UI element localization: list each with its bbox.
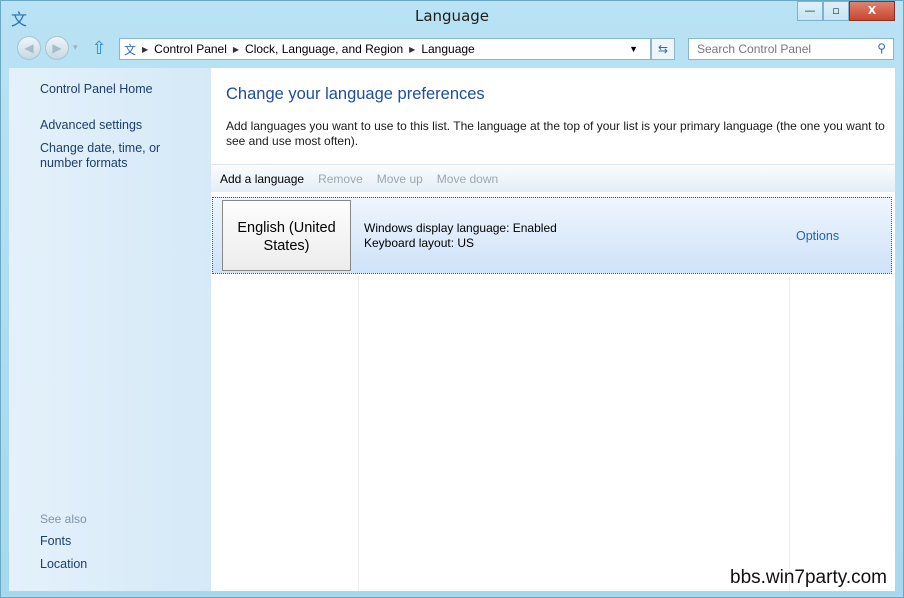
move-up-button[interactable]: Move up — [377, 172, 423, 186]
sidebar-item-location[interactable]: Location — [40, 557, 205, 572]
sidebar: Control Panel Home Advanced settings Cha… — [9, 68, 211, 591]
add-language-button[interactable]: Add a language — [220, 172, 304, 186]
column-divider — [789, 276, 790, 591]
breadcrumb-control-panel[interactable]: Control Panel — [154, 42, 227, 56]
search-input[interactable]: Search Control Panel ⚲ — [688, 38, 894, 60]
sidebar-item-control-panel-home[interactable]: Control Panel Home — [40, 82, 205, 97]
control-panel-icon: 文 — [124, 42, 137, 57]
search-placeholder: Search Control Panel — [697, 42, 812, 56]
main-pane: Change your language preferences Add lan… — [211, 68, 895, 591]
column-divider — [358, 276, 359, 591]
watermark: bbs.win7party.com — [730, 567, 887, 588]
chevron-right-icon[interactable]: ▶ — [142, 45, 148, 54]
minimize-button[interactable]: — — [797, 1, 823, 21]
maximize-button[interactable]: ▫ — [823, 1, 849, 21]
sidebar-item-advanced-settings[interactable]: Advanced settings — [40, 118, 205, 133]
remove-button[interactable]: Remove — [318, 172, 363, 186]
page-description: Add languages you want to use to this li… — [226, 119, 885, 148]
chevron-right-icon[interactable]: ▶ — [409, 45, 415, 54]
forward-button[interactable]: ▶ — [45, 36, 69, 60]
language-tile[interactable]: English (United States) — [222, 200, 351, 271]
recent-pages-dropdown[interactable]: ▾ — [73, 43, 78, 53]
page-title: Change your language preferences — [226, 85, 485, 103]
window-title: Language — [414, 7, 490, 25]
breadcrumb-language[interactable]: Language — [421, 42, 474, 56]
sidebar-item-fonts[interactable]: Fonts — [40, 534, 205, 549]
options-link[interactable]: Options — [796, 229, 839, 243]
refresh-button[interactable]: ⇆ — [651, 38, 675, 60]
see-also-heading: See also — [40, 512, 87, 526]
sidebar-item-change-date-time[interactable]: Change date, time, or number formats — [40, 141, 205, 171]
back-button[interactable]: ◀ — [17, 36, 41, 60]
language-list-item[interactable]: English (United States) Windows display … — [212, 197, 892, 274]
content-area: Control Panel Home Advanced settings Cha… — [9, 68, 895, 591]
address-bar[interactable]: 文 ▶ Control Panel ▶ Clock, Language, and… — [119, 38, 651, 60]
close-button[interactable]: X — [849, 1, 895, 21]
chevron-down-icon[interactable]: ▼ — [629, 44, 638, 54]
search-icon[interactable]: ⚲ — [877, 41, 886, 55]
breadcrumb-clock-language-region[interactable]: Clock, Language, and Region — [245, 42, 403, 56]
up-button[interactable]: ⇧ — [92, 38, 107, 59]
keyboard-layout: Keyboard layout: US — [364, 236, 475, 250]
move-down-button[interactable]: Move down — [437, 172, 498, 186]
display-language-status: Windows display language: Enabled — [364, 221, 557, 235]
window-frame: 文 Language — ▫ X ◀ ▶ ▾ ⇧ 文 ▶ Control Pan… — [0, 0, 904, 598]
language-toolbar: Add a language Remove Move up Move down — [211, 164, 895, 192]
chevron-right-icon[interactable]: ▶ — [233, 45, 239, 54]
